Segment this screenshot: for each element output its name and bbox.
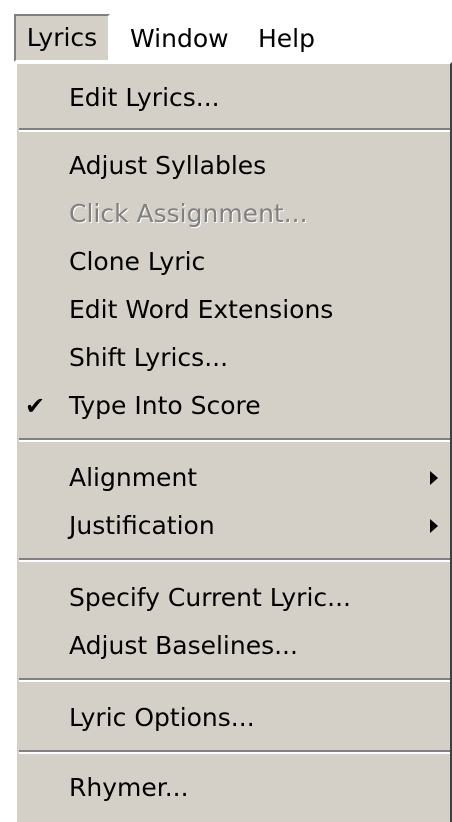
- menu-item-label: Alignment: [69, 463, 198, 492]
- menu-separator: [19, 558, 450, 562]
- menu-item-label: Lyric Options...: [69, 703, 255, 732]
- menu-item-label: Rhymer...: [69, 773, 189, 802]
- menu-item-edit-lyrics[interactable]: Edit Lyrics...: [17, 74, 450, 122]
- menu-window[interactable]: Window: [130, 16, 229, 62]
- menu-separator: [19, 678, 450, 682]
- menu-item-label: Adjust Syllables: [69, 151, 267, 180]
- menu-item-alignment[interactable]: Alignment: [17, 454, 450, 502]
- menu-item-label: Adjust Baselines...: [69, 631, 298, 660]
- menu-item-label: Edit Lyrics...: [69, 83, 220, 112]
- menu-separator: [19, 750, 450, 754]
- menu-item-rhymer[interactable]: Rhymer...: [17, 764, 450, 812]
- menu-help[interactable]: Help: [258, 16, 315, 62]
- menu-item-adjust-baselines[interactable]: Adjust Baselines...: [17, 622, 450, 670]
- menu-item-edit-word-extensions[interactable]: Edit Word Extensions: [17, 286, 450, 334]
- submenu-arrow-icon: [430, 471, 438, 485]
- menu-item-label: Edit Word Extensions: [69, 295, 334, 324]
- menu-lyrics[interactable]: Lyrics: [14, 14, 110, 62]
- menu-item-clone-lyric[interactable]: Clone Lyric: [17, 238, 450, 286]
- menu-separator: [19, 438, 450, 442]
- submenu-arrow-icon: [430, 519, 438, 533]
- lyrics-dropdown-menu: Edit Lyrics... Adjust Syllables Click As…: [14, 62, 452, 822]
- menu-item-label: Specify Current Lyric...: [69, 583, 351, 612]
- menu-item-adjust-syllables[interactable]: Adjust Syllables: [17, 142, 450, 190]
- checkmark-icon: ✔: [25, 392, 46, 420]
- menu-item-label: Clone Lyric: [69, 247, 206, 276]
- menu-item-click-assignment[interactable]: Click Assignment...: [17, 190, 450, 238]
- menu-item-specify-current-lyric[interactable]: Specify Current Lyric...: [17, 574, 450, 622]
- menu-item-type-into-score[interactable]: ✔ Type Into Score: [17, 382, 450, 430]
- menu-item-label: Click Assignment...: [69, 199, 308, 228]
- menu-item-shift-lyrics[interactable]: Shift Lyrics...: [17, 334, 450, 382]
- menu-separator: [19, 128, 450, 132]
- menu-item-lyric-options[interactable]: Lyric Options...: [17, 694, 450, 742]
- menu-item-label: Type Into Score: [69, 391, 261, 420]
- menu-item-label: Shift Lyrics...: [69, 343, 229, 372]
- menu-item-label: Justification: [69, 511, 215, 540]
- menu-item-justification[interactable]: Justification: [17, 502, 450, 550]
